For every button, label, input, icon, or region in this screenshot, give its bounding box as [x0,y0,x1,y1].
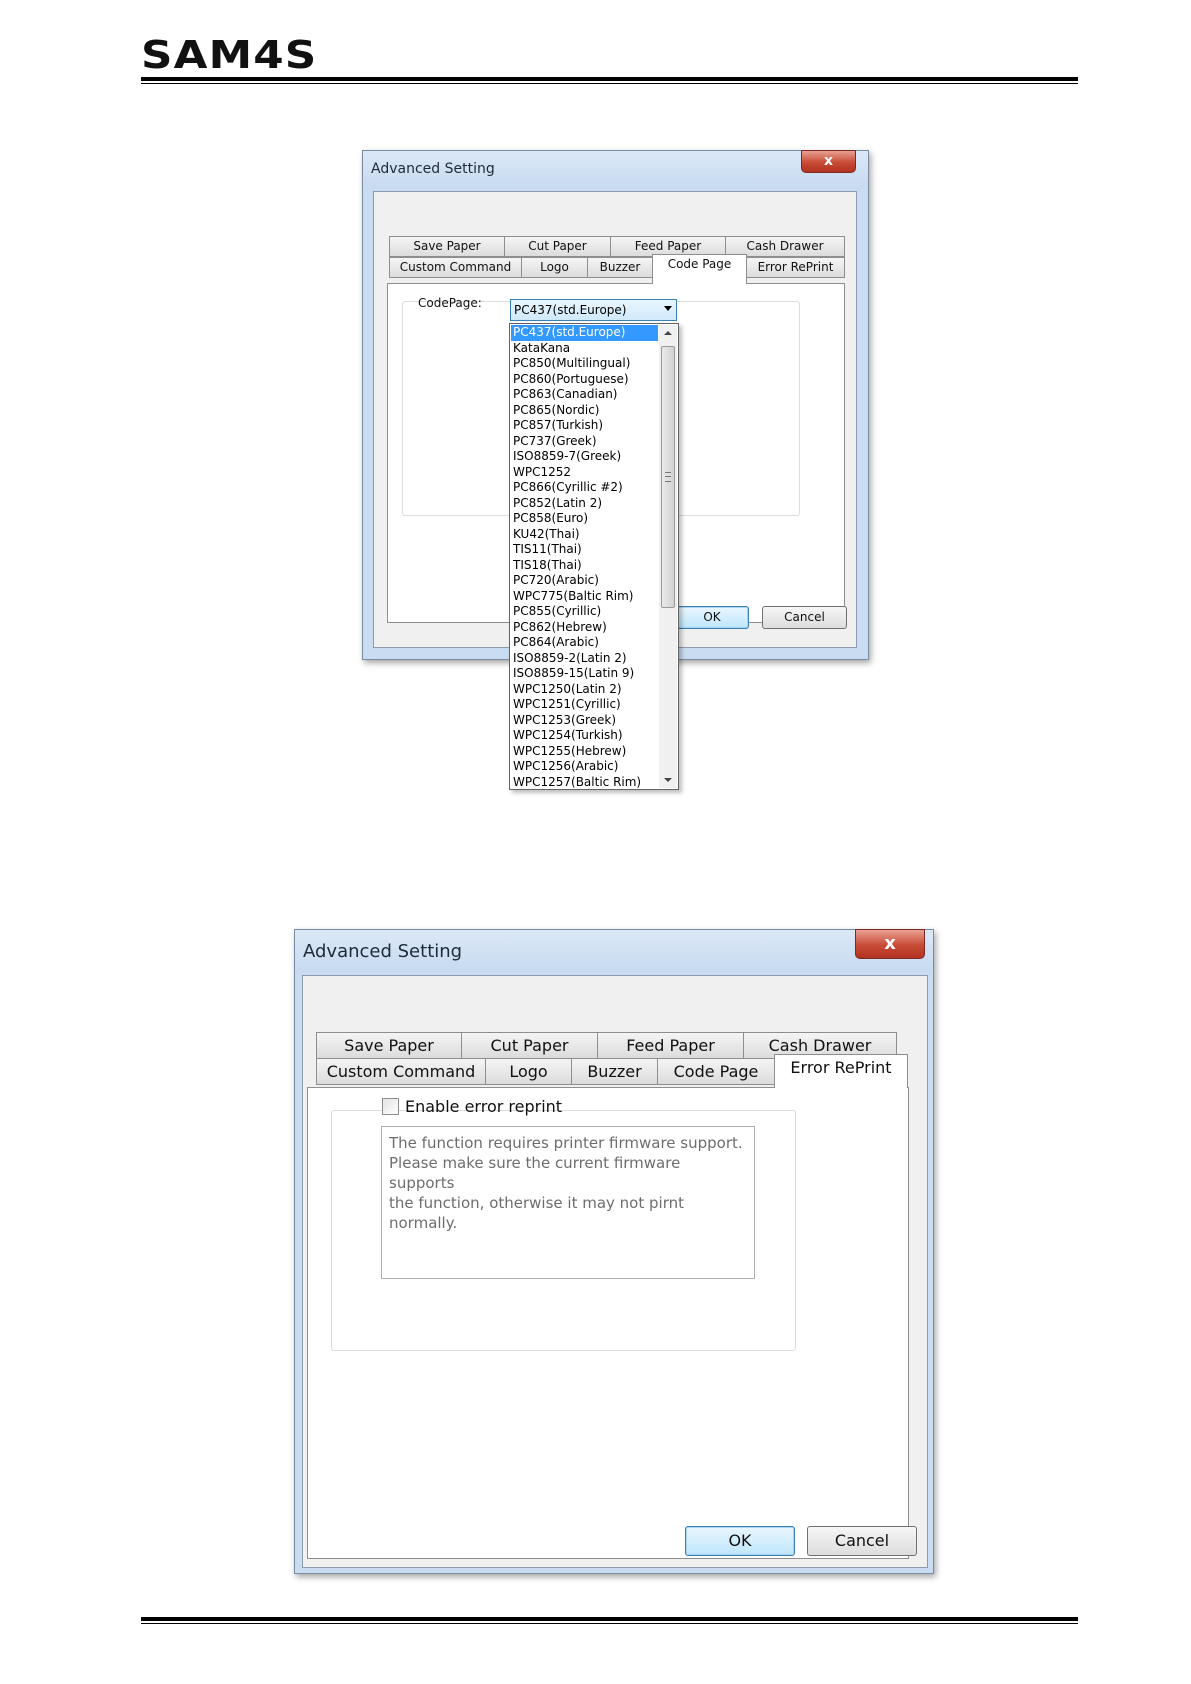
tab-buzzer[interactable]: Buzzer [571,1058,658,1085]
sam4s-logo: SAM4S [141,33,318,77]
footer-rule-thin [141,1623,1078,1624]
tab-cut-paper[interactable]: Cut Paper [504,236,611,257]
tab-error-reprint[interactable]: Error RePrint [746,257,845,278]
codepage-option[interactable]: ISO8859-7(Greek) [511,449,658,465]
enable-error-reprint-checkbox[interactable] [382,1098,399,1115]
note-line: Please make sure the current firmware su… [389,1154,681,1192]
tab-custom-command[interactable]: Custom Command [316,1058,486,1085]
firmware-note-textbox: The function requires printer firmware s… [381,1126,755,1279]
note-line: the function, otherwise it may not pirnt… [389,1194,684,1232]
codepage-option[interactable]: TIS11(Thai) [511,542,658,558]
tab-code-page[interactable]: Code Page [657,1058,775,1085]
codepage-option[interactable]: PC857(Turkish) [511,418,658,434]
footer-rule-thick [141,1617,1078,1621]
tab-logo[interactable]: Logo [485,1058,572,1085]
tab-feed-paper[interactable]: Feed Paper [597,1032,744,1059]
chevron-down-icon[interactable] [664,306,672,311]
codepage-option[interactable]: PC858(Euro) [511,511,658,527]
codepage-label: CodePage: [418,296,482,310]
codepage-option[interactable]: WPC1250(Latin 2) [511,682,658,698]
codepage-option[interactable]: KU42(Thai) [511,527,658,543]
codepage-option[interactable]: TIS18(Thai) [511,558,658,574]
close-button[interactable]: x [801,150,856,173]
header-rule-thin [141,83,1078,84]
codepage-option[interactable]: PC737(Greek) [511,434,658,450]
codepage-select[interactable]: PC437(std.Europe) [510,299,677,321]
close-button[interactable]: x [855,929,925,959]
note-line: The function requires printer firmware s… [389,1134,743,1152]
codepage-option[interactable]: WPC1253(Greek) [511,713,658,729]
tab-logo[interactable]: Logo [521,257,588,278]
codepage-option[interactable]: ISO8859-2(Latin 2) [511,651,658,667]
cancel-button[interactable]: Cancel [762,606,847,629]
codepage-option[interactable]: PC862(Hebrew) [511,620,658,636]
codepage-option[interactable]: PC864(Arabic) [511,635,658,651]
codepage-option[interactable]: PC866(Cyrillic #2) [511,480,658,496]
tab-error-reprint[interactable]: Error RePrint [774,1054,908,1088]
scroll-up-icon[interactable] [664,331,672,335]
title-bar: Advanced Setting [295,930,933,972]
title-bar: Advanced Setting [363,151,868,189]
header-rule-thick [141,77,1078,81]
codepage-option[interactable]: PC855(Cyrillic) [511,604,658,620]
enable-error-reprint-label[interactable]: Enable error reprint [405,1097,562,1116]
ok-button[interactable]: OK [685,1526,795,1556]
tab-save-paper[interactable]: Save Paper [316,1032,462,1059]
codepage-dropdown-list[interactable]: PC437(std.Europe) KataKana PC850(Multiling… [509,323,679,790]
codepage-option[interactable]: PC720(Arabic) [511,573,658,589]
codepage-option[interactable]: PC852(Latin 2) [511,496,658,512]
ok-button[interactable]: OK [675,606,749,629]
codepage-option[interactable]: WPC1256(Arabic) [511,759,658,775]
codepage-options: PC437(std.Europe) KataKana PC850(Multiling… [511,325,658,790]
codepage-option[interactable]: PC865(Nordic) [511,403,658,419]
tab-buzzer[interactable]: Buzzer [587,257,653,278]
tab-custom-command[interactable]: Custom Command [389,257,522,278]
codepage-option[interactable]: WPC775(Baltic Rim) [511,589,658,605]
codepage-option[interactable]: WPC1255(Hebrew) [511,744,658,760]
dialog-title: Advanced Setting [371,161,495,177]
cancel-button[interactable]: Cancel [807,1526,917,1556]
codepage-option[interactable]: KataKana [511,341,658,357]
tab-save-paper[interactable]: Save Paper [389,236,505,257]
codepage-option[interactable]: PC860(Portuguese) [511,372,658,388]
codepage-option[interactable]: PC863(Canadian) [511,387,658,403]
codepage-selected-value: PC437(std.Europe) [514,303,627,317]
codepage-option[interactable]: ISO8859-15(Latin 9) [511,666,658,682]
codepage-option[interactable]: PC437(std.Europe) [511,325,658,341]
grip-icon [665,472,671,482]
codepage-option[interactable]: WPC1257(Baltic Rim) [511,775,658,791]
codepage-option[interactable]: WPC1254(Turkish) [511,728,658,744]
dialog-title: Advanced Setting [303,941,463,962]
tab-code-page[interactable]: Code Page [652,254,747,284]
dropdown-scrollbar[interactable] [659,325,677,788]
codepage-option[interactable]: WPC1251(Cyrillic) [511,697,658,713]
tab-cut-paper[interactable]: Cut Paper [461,1032,598,1059]
scroll-down-icon[interactable] [664,778,672,782]
codepage-option[interactable]: PC850(Multilingual) [511,356,658,372]
scroll-thumb[interactable] [661,346,675,608]
codepage-option[interactable]: WPC1252 [511,465,658,481]
